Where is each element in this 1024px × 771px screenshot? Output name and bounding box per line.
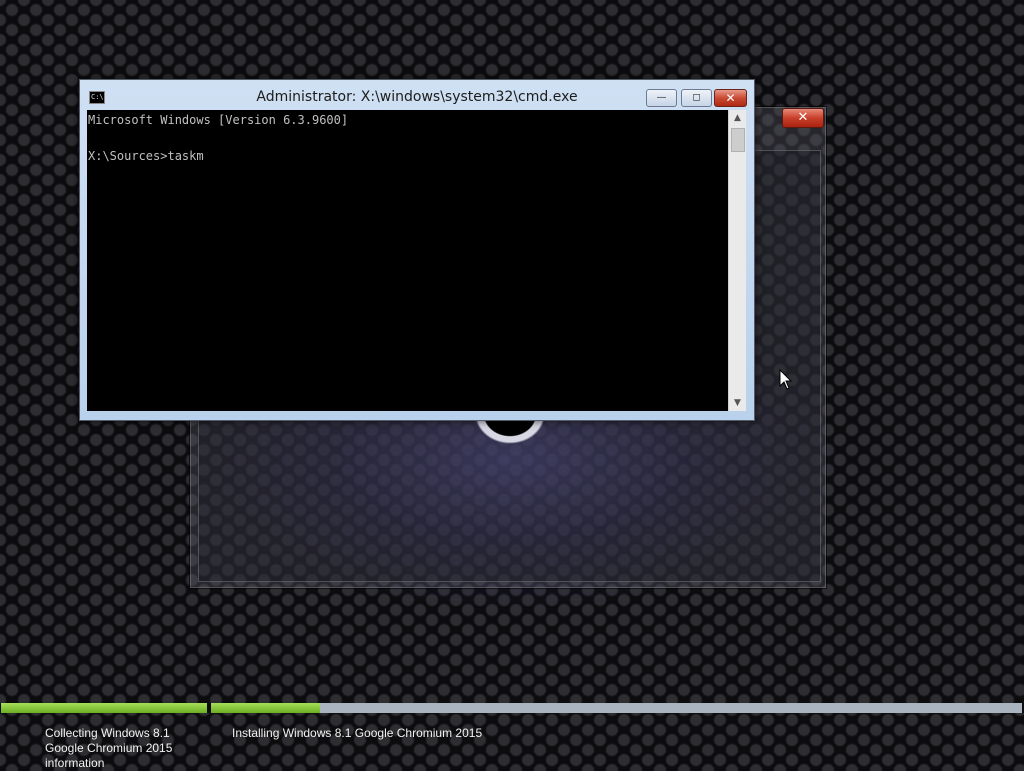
scroll-thumb[interactable] — [731, 128, 745, 152]
step-label-installing: Installing Windows 8.1 Google Chromium 2… — [232, 726, 483, 740]
scroll-up-arrow-icon[interactable]: ▲ — [729, 110, 746, 126]
step-progress-fill — [1, 703, 207, 713]
vertical-scrollbar[interactable]: ▲ ▼ — [728, 110, 746, 411]
scroll-down-arrow-icon[interactable]: ▼ — [729, 395, 746, 411]
step-label-collecting: Collecting Windows 8.1 Google Chromium 2… — [45, 726, 173, 770]
minimize-button[interactable]: — — [646, 89, 677, 107]
mouse-cursor-icon — [779, 369, 793, 390]
console-output: Microsoft Windows [Version 6.3.9600] X:\… — [88, 113, 349, 163]
maximize-button[interactable]: ◻ — [681, 89, 712, 107]
close-button[interactable]: ✕ — [714, 89, 747, 107]
cmd-window[interactable]: C:\ Administrator: X:\windows\system32\c… — [79, 79, 755, 421]
console-area[interactable]: Microsoft Windows [Version 6.3.9600] X:\… — [87, 110, 728, 411]
step-progress-track — [211, 703, 1022, 713]
setup-dialog-close-button[interactable]: ✕ — [782, 108, 824, 128]
step-progress-fill — [211, 703, 321, 713]
step-progress-track — [1, 703, 207, 713]
setup-progress-bar — [0, 703, 1024, 713]
cmd-title-bar[interactable]: C:\ Administrator: X:\windows\system32\c… — [80, 80, 754, 110]
